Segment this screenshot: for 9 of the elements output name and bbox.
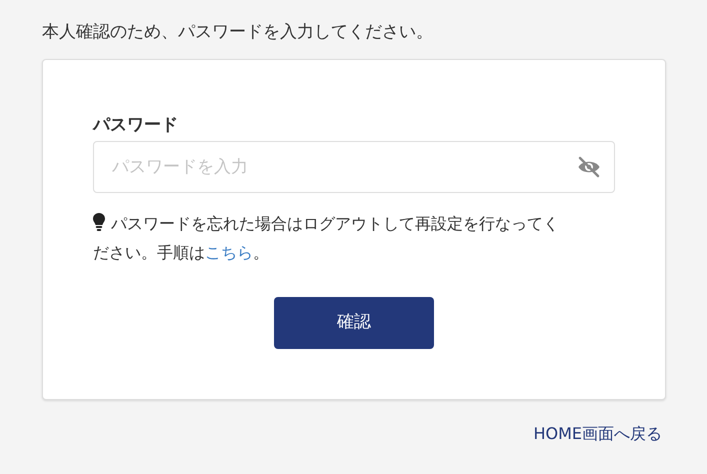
confirm-button[interactable]: 確認 xyxy=(274,297,434,349)
hint-text: パスワードを忘れた場合はログアウトして再設定を行なってください。手順はこちら。 xyxy=(93,212,560,264)
eye-slash-icon[interactable] xyxy=(577,156,601,178)
home-link[interactable]: HOME画面へ戻る xyxy=(533,422,662,446)
password-field[interactable]: パスワードを入力 xyxy=(93,141,615,193)
instruction-text: 本人確認のため、パスワードを入力してください。 xyxy=(42,21,434,44)
field-label: パスワード xyxy=(93,114,179,137)
procedure-link[interactable]: こちら xyxy=(205,243,253,262)
lightbulb-icon xyxy=(93,213,105,231)
